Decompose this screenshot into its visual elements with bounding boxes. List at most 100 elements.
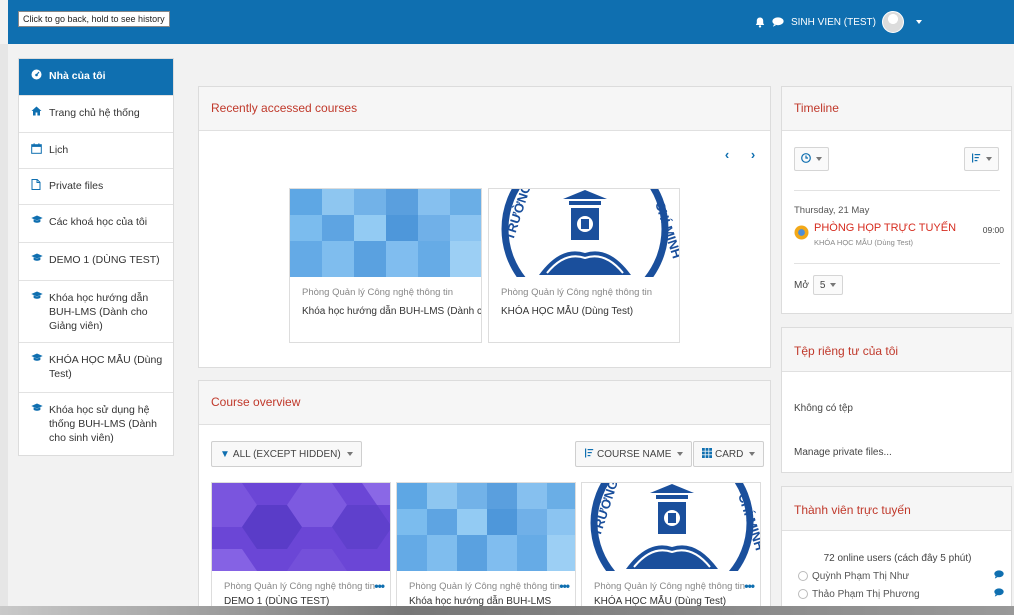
- list-item[interactable]: Quỳnh Phạm Thị Như: [798, 569, 1004, 583]
- course-image-university-logo[interactable]: TRƯỜNG CHÍ MINH: [489, 189, 679, 277]
- view-label: CARD: [715, 448, 744, 460]
- course-name[interactable]: KHÓA HỌC MẪU (Dùng Test): [489, 298, 679, 317]
- sidebar-item-course-demo1[interactable]: DEMO 1 (DÙNG TEST): [19, 243, 173, 281]
- private-files-block: Tệp riêng tư của tôi Không có tệp Manage…: [781, 327, 1012, 473]
- sidebar-item-label: Nhà của tôi: [49, 70, 106, 82]
- sidebar-item-label: Khóa học sử dụng hệ thống BUH-LMS (Dành …: [49, 404, 157, 444]
- timeline-filter-dropdown[interactable]: [794, 147, 829, 171]
- left-edge-strip: [0, 44, 8, 615]
- user-icon: [798, 571, 808, 581]
- block-title: Tệp riêng tư của tôi: [782, 328, 1011, 372]
- caret-down-icon: [816, 157, 822, 161]
- sidebar-item-course-guide-lecturers[interactable]: Khóa học hướng dẫn BUH-LMS (Dành cho Giả…: [19, 281, 173, 343]
- sidebar-item-course-sample[interactable]: KHÓA HỌC MẪU (Dùng Test): [19, 343, 173, 393]
- navbar-user-area: SINH VIEN (TEST): [753, 0, 922, 44]
- graduation-cap-icon: [31, 291, 45, 305]
- manage-private-files-link[interactable]: Manage private files...: [794, 447, 892, 458]
- browser-bottom-bar: [0, 606, 1014, 615]
- online-user-name[interactable]: Quỳnh Phạm Thị Như: [812, 571, 909, 582]
- sidebar-item-label: Khóa học hướng dẫn BUH-LMS (Dành cho Giả…: [49, 292, 149, 332]
- sidebar-item-course-guide-students[interactable]: Khóa học sử dụng hệ thống BUH-LMS (Dành …: [19, 393, 173, 455]
- caret-down-icon[interactable]: [916, 20, 922, 24]
- view-dropdown[interactable]: CARD: [693, 441, 765, 467]
- recently-accessed-courses-block: Recently accessed courses ‹ › Phòng Quản…: [198, 86, 771, 368]
- graduation-cap-icon: [31, 215, 45, 229]
- filter-label: ALL (EXCEPT HIDDEN): [232, 448, 341, 460]
- event-title[interactable]: PHÒNG HỌP TRỰC TUYẾN: [814, 222, 956, 234]
- divider: [794, 190, 1000, 191]
- divider: [794, 263, 1000, 264]
- more-options-icon[interactable]: •••: [559, 579, 570, 593]
- previous-arrow-icon[interactable]: ‹: [718, 145, 736, 163]
- overview-course-card[interactable]: Phòng Quản lý Công nghệ thông tin ••• Kh…: [396, 482, 576, 615]
- timeline-block: Timeline Thursday, 21 May PHÒNG HỌP TRỰC…: [781, 86, 1012, 314]
- timeline-sort-dropdown[interactable]: [964, 147, 999, 171]
- caret-down-icon: [346, 452, 353, 456]
- page-size-dropdown[interactable]: 5: [812, 275, 844, 295]
- sidebar-nav: Nhà của tôi Trang chủ hệ thống Lịch Priv…: [18, 58, 174, 456]
- caret-down-icon: [830, 283, 837, 287]
- event-time: 09:00: [982, 225, 1004, 235]
- user-avatar[interactable]: [882, 11, 904, 33]
- course-image-purple-hexagon[interactable]: [212, 483, 390, 571]
- block-title: Timeline: [782, 87, 1011, 131]
- course-name[interactable]: Khóa học hướng dẫn BUH-LMS: [397, 592, 575, 607]
- sort-icon: [971, 153, 981, 166]
- sort-dropdown[interactable]: COURSE NAME: [575, 441, 693, 467]
- course-category: Phòng Quản lý Công nghệ thông tin: [302, 287, 454, 298]
- user-name[interactable]: SINH VIEN (TEST): [791, 17, 876, 28]
- course-image-blue-mosaic[interactable]: [397, 483, 575, 571]
- chat-icon[interactable]: [771, 15, 785, 29]
- next-arrow-icon[interactable]: ›: [744, 145, 762, 163]
- back-button-tooltip: Click to go back, hold to see history: [18, 11, 170, 27]
- clock-icon: [801, 152, 811, 166]
- block-title: Recently accessed courses: [199, 87, 770, 131]
- sidebar-item-label: KHÓA HỌC MẪU (Dùng Test): [49, 354, 163, 380]
- sidebar-item-private-files[interactable]: Private files: [19, 169, 173, 205]
- caret-down-icon: [986, 157, 992, 161]
- user-icon: [798, 589, 808, 599]
- filter-icon: ▼: [220, 448, 230, 460]
- sort-label: COURSE NAME: [597, 448, 672, 460]
- list-item[interactable]: Thảo Phạm Thị Phương: [798, 587, 1004, 601]
- home-icon: [31, 106, 45, 121]
- sidebar-item-calendar[interactable]: Lịch: [19, 133, 173, 169]
- course-image-blue-mosaic[interactable]: [290, 189, 481, 277]
- caret-down-icon: [677, 452, 684, 456]
- online-users-block: Thành viên trực tuyến 72 online users (c…: [781, 486, 1012, 615]
- overview-course-card[interactable]: TRƯỜNG CHÍ MINH Phòng Quản lý Công nghệ …: [581, 482, 761, 615]
- bell-icon[interactable]: [753, 15, 767, 29]
- course-image-university-logo[interactable]: TRƯỜNG CHÍ MINH: [582, 483, 760, 571]
- graduation-cap-icon: [31, 253, 45, 267]
- online-users-list: Quỳnh Phạm Thị Như Thảo Phạm Thị Phương: [798, 569, 1004, 601]
- course-name[interactable]: KHÓA HỌC MẪU (Dùng Test): [582, 592, 760, 607]
- timeline-event[interactable]: PHÒNG HỌP TRỰC TUYẾN KHÓA HỌC MẪU (Dùng …: [794, 219, 1004, 253]
- message-icon[interactable]: [994, 588, 1004, 600]
- course-name[interactable]: DEMO 1 (DÙNG TEST): [212, 592, 390, 607]
- event-icon: [794, 225, 809, 240]
- carousel-controls: ‹ ›: [718, 145, 770, 163]
- online-user-name[interactable]: Thảo Phạm Thị Phương: [812, 589, 920, 600]
- show-more-row: Mở 5: [794, 275, 844, 295]
- course-overview-block: Course overview ▼ ALL (EXCEPT HIDDEN) CO…: [198, 380, 771, 615]
- course-name[interactable]: Khóa học hướng dẫn BUH-LMS (Dành cho Giả…: [290, 298, 481, 317]
- more-options-icon[interactable]: •••: [374, 579, 385, 593]
- page-size-value: 5: [819, 279, 826, 291]
- overview-course-card[interactable]: Phòng Quản lý Công nghệ thông tin ••• DE…: [211, 482, 391, 615]
- sidebar-item-site-home[interactable]: Trang chủ hệ thống: [19, 96, 173, 133]
- recent-course-card[interactable]: TRƯỜNG CHÍ MINH Phòng Quản lý Công nghệ …: [488, 188, 680, 343]
- sidebar-item-my-courses[interactable]: Các khoá học của tôi: [19, 205, 173, 243]
- sort-icon: [584, 448, 594, 461]
- sidebar-item-label: Trang chủ hệ thống: [49, 107, 140, 119]
- show-more-label: Mở: [794, 279, 809, 291]
- timeline-date: Thursday, 21 May: [794, 205, 870, 216]
- course-category: Phòng Quản lý Công nghệ thông tin: [409, 581, 561, 592]
- message-icon[interactable]: [994, 570, 1004, 582]
- course-category: Phòng Quản lý Công nghệ thông tin: [224, 581, 376, 592]
- filter-dropdown[interactable]: ▼ ALL (EXCEPT HIDDEN): [211, 441, 362, 467]
- caret-down-icon: [749, 452, 756, 456]
- sidebar-item-dashboard[interactable]: Nhà của tôi: [19, 59, 173, 96]
- more-options-icon[interactable]: •••: [744, 579, 755, 593]
- sidebar-item-label: Lịch: [49, 144, 69, 156]
- recent-course-card[interactable]: Phòng Quản lý Công nghệ thông tin Khóa h…: [289, 188, 482, 343]
